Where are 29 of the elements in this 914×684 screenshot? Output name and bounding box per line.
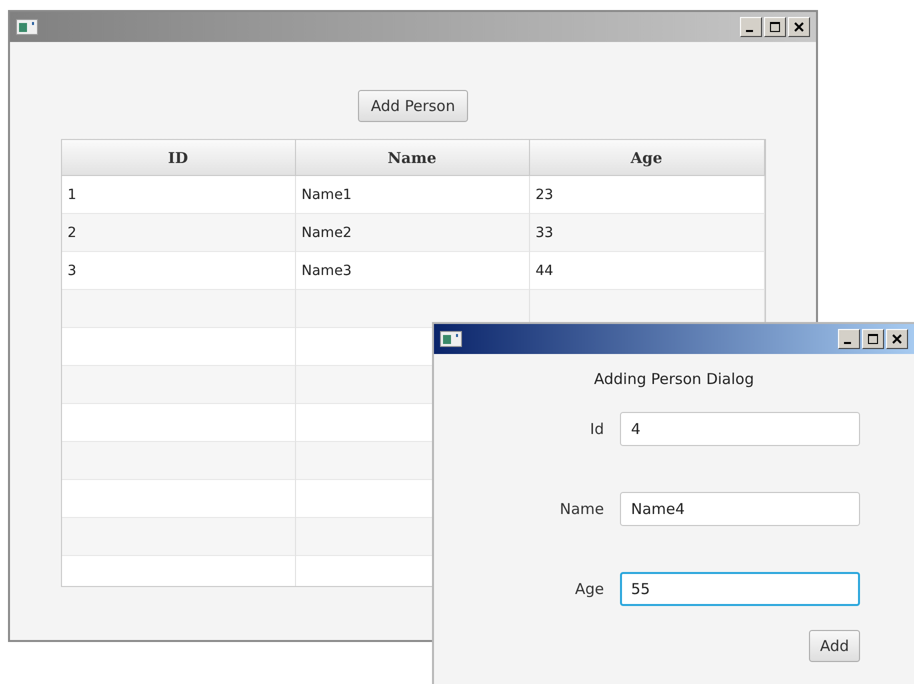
input-field[interactable]: 4	[620, 412, 860, 446]
maximize-icon	[867, 333, 879, 345]
field-label: Id	[589, 420, 604, 438]
close-icon	[891, 333, 903, 345]
close-button[interactable]	[788, 17, 810, 37]
field-label: Age	[574, 580, 604, 598]
column-header[interactable]: Name	[296, 140, 530, 176]
maximize-icon	[769, 21, 781, 33]
table-cell: 33	[530, 214, 764, 252]
add-person-button[interactable]: Add Person	[358, 90, 468, 122]
column-header[interactable]: ID	[62, 140, 296, 176]
minimize-button[interactable]	[838, 329, 860, 349]
maximize-button[interactable]	[764, 17, 786, 37]
close-button[interactable]	[886, 329, 908, 349]
minimize-button[interactable]	[740, 17, 762, 37]
window-icon	[440, 331, 462, 347]
input-field[interactable]: 55	[620, 572, 860, 606]
dialog-heading: Adding Person Dialog	[594, 370, 754, 388]
maximize-button[interactable]	[862, 329, 884, 349]
add-button[interactable]: Add	[808, 630, 860, 662]
close-icon	[793, 21, 805, 33]
window-icon	[16, 19, 38, 35]
table-cell: Name2	[296, 214, 530, 252]
minimize-icon	[844, 342, 851, 344]
input-field[interactable]: Name4	[620, 492, 860, 526]
column-header[interactable]: Age	[530, 140, 764, 176]
field-label: Name	[558, 500, 604, 518]
table-cell: 2	[62, 214, 296, 252]
minimize-icon	[746, 30, 753, 32]
